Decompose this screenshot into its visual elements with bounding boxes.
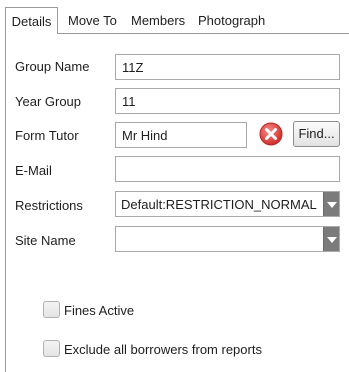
site-name-label: Site Name [15,233,76,248]
year-group-label: Year Group [15,94,82,109]
find-button[interactable]: Find... [293,121,340,147]
restrictions-select[interactable]: Default:RESTRICTION_NORMAL [115,191,340,217]
site-name-select[interactable] [115,226,340,252]
form-tutor-field[interactable]: Mr Hind [115,122,247,148]
fines-active-checkbox[interactable] [43,301,60,318]
restrictions-label: Restrictions [15,198,83,213]
tab-members[interactable]: Members [131,9,185,31]
year-group-field[interactable]: 11 [115,88,340,114]
clear-icon[interactable] [259,122,283,146]
tab-details[interactable]: Details [5,7,58,34]
chevron-down-icon[interactable] [323,227,339,251]
exclude-reports-label: Exclude all borrowers from reports [64,342,262,357]
chevron-down-icon[interactable] [323,192,339,216]
tab-strip: Details Move To Members Photograph [0,0,349,34]
exclude-reports-checkbox[interactable] [43,340,60,357]
fines-active-label: Fines Active [64,303,135,318]
group-name-field[interactable]: 11Z [115,54,340,80]
group-name-label: Group Name [15,59,90,74]
tab-move-to[interactable]: Move To [68,9,117,31]
tab-photograph[interactable]: Photograph [198,9,265,31]
restrictions-value: Default:RESTRICTION_NORMAL [121,197,317,212]
email-label: E-Mail [15,163,52,178]
email-field[interactable] [115,156,340,182]
form-tutor-label: Form Tutor [15,128,79,143]
